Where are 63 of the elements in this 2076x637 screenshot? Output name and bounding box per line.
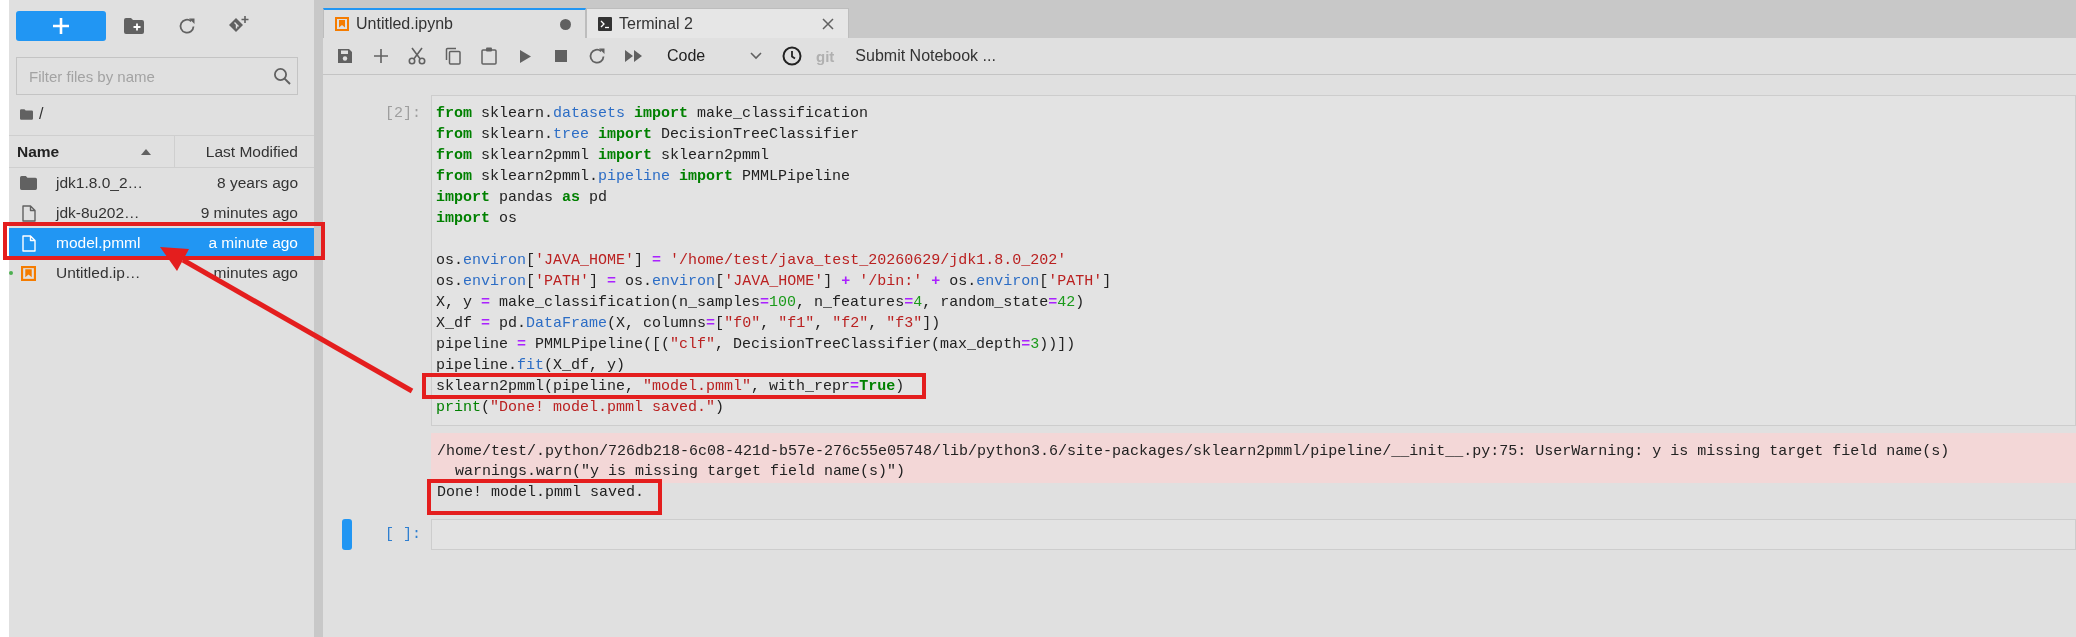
code-line: os.environ['JAVA_HOME'] = '/home/test/java_test_20260629/jdk1.8.0_202' bbox=[436, 251, 1067, 271]
file-icon bbox=[21, 234, 36, 252]
column-header[interactable]: Last Modified bbox=[175, 136, 314, 167]
code-line: print("Done! model.pmml saved.") bbox=[436, 398, 725, 418]
new-launcher-button[interactable] bbox=[16, 11, 106, 41]
play-icon[interactable] bbox=[519, 49, 531, 63]
filter-field[interactable]: Filter files by name bbox=[16, 57, 298, 95]
modified-time: a minute ago bbox=[208, 234, 298, 252]
code-line: X_df = pd.DataFrame(X, columns=["f0", "f1", "f2", "f3"]) bbox=[436, 314, 941, 334]
notebook-icon bbox=[21, 265, 36, 281]
close-icon[interactable] bbox=[822, 17, 834, 30]
file-row[interactable]: Untitled.ip… minutes ago bbox=[9, 258, 314, 288]
folder-icon bbox=[20, 108, 33, 120]
plus-icon[interactable] bbox=[374, 49, 388, 63]
code-line: from sklearn2pmml import sklearn2pmml bbox=[436, 146, 770, 166]
unsaved-dot-icon[interactable] bbox=[560, 18, 571, 30]
code-line: from sklearn2pmml.pipeline import PMMLPipeline bbox=[436, 167, 851, 187]
search-icon bbox=[273, 67, 291, 85]
output-line: Done! model.pmml saved. bbox=[437, 483, 645, 503]
refresh-icon[interactable] bbox=[588, 47, 606, 65]
code-line: pipeline = PMMLPipeline([("clf", DecisionTreeClassifier(max_depth=3))]) bbox=[436, 335, 1076, 355]
modified-time: 9 minutes ago bbox=[200, 204, 298, 222]
output-line: /home/test/.python/726db218-6c08-421d-b57e-276c55e05748/lib/python3.6/site-packages/sklearn2pmml/pipeline/__init__.py:75: UserWarning: y is missing target field name(s) bbox=[437, 442, 1950, 462]
tab[interactable]: Terminal 2 bbox=[586, 8, 849, 38]
scissors-icon[interactable] bbox=[408, 47, 426, 65]
notebook-icon bbox=[335, 17, 349, 31]
tab[interactable]: Untitled.ipynb bbox=[323, 8, 586, 38]
caret-icon bbox=[750, 52, 762, 60]
modified-time: minutes ago bbox=[213, 264, 298, 282]
submit-notebook-button[interactable]: Submit Notebook ... bbox=[855, 47, 996, 65]
plus-icon bbox=[52, 17, 70, 35]
terminal-icon bbox=[598, 16, 612, 31]
file-row[interactable]: jdk-8u202… 9 minutes ago bbox=[9, 198, 314, 228]
clock-icon[interactable] bbox=[782, 46, 802, 66]
code-line: pipeline.fit(X_df, y) bbox=[436, 356, 626, 376]
path-breadcrumb[interactable]: / bbox=[39, 105, 44, 123]
fast-forward-icon[interactable] bbox=[624, 50, 642, 62]
clipboard-icon[interactable] bbox=[481, 47, 497, 65]
file-name: jdk-8u202… bbox=[56, 204, 141, 222]
refresh-icon[interactable] bbox=[178, 17, 196, 35]
output-line: warnings.warn("y is missing target field name(s)") bbox=[454, 462, 906, 482]
code-line: from sklearn.datasets import make_classification bbox=[436, 104, 869, 124]
save-icon[interactable] bbox=[337, 48, 353, 64]
modified-time: 8 years ago bbox=[217, 174, 298, 192]
file-icon bbox=[21, 204, 36, 222]
code-line: sklearn2pmml(pipeline, "model.pmml", with_repr=True) bbox=[436, 377, 905, 397]
file-name: model.pmml bbox=[56, 234, 142, 252]
panel-splitter[interactable] bbox=[314, 0, 323, 637]
cell-prompt: [2]: bbox=[384, 104, 422, 124]
code-line: X, y = make_classification(n_samples=100, n_features=4, random_state=42) bbox=[436, 293, 1085, 313]
copy-icon[interactable] bbox=[445, 47, 461, 65]
file-row[interactable]: jdk1.8.0_2… 8 years ago bbox=[9, 168, 314, 198]
file-name: Untitled.ip… bbox=[56, 264, 142, 282]
code-line: os.environ['PATH'] = os.environ['JAVA_HOME'] + '/bin:' + os.environ['PATH'] bbox=[436, 272, 1112, 292]
folder-plus-icon[interactable] bbox=[124, 18, 144, 34]
column-header[interactable]: Name bbox=[9, 136, 175, 167]
folder-icon bbox=[20, 176, 37, 190]
file-name: jdk1.8.0_2… bbox=[56, 174, 145, 192]
code-line: import pandas as pd bbox=[436, 188, 608, 208]
cell-prompt: [ ]: bbox=[384, 525, 422, 545]
cell-type-dropdown[interactable]: Code bbox=[657, 47, 772, 65]
code-line: from sklearn.tree import DecisionTreeClassifier bbox=[436, 125, 860, 145]
code-line: import os bbox=[436, 209, 518, 229]
